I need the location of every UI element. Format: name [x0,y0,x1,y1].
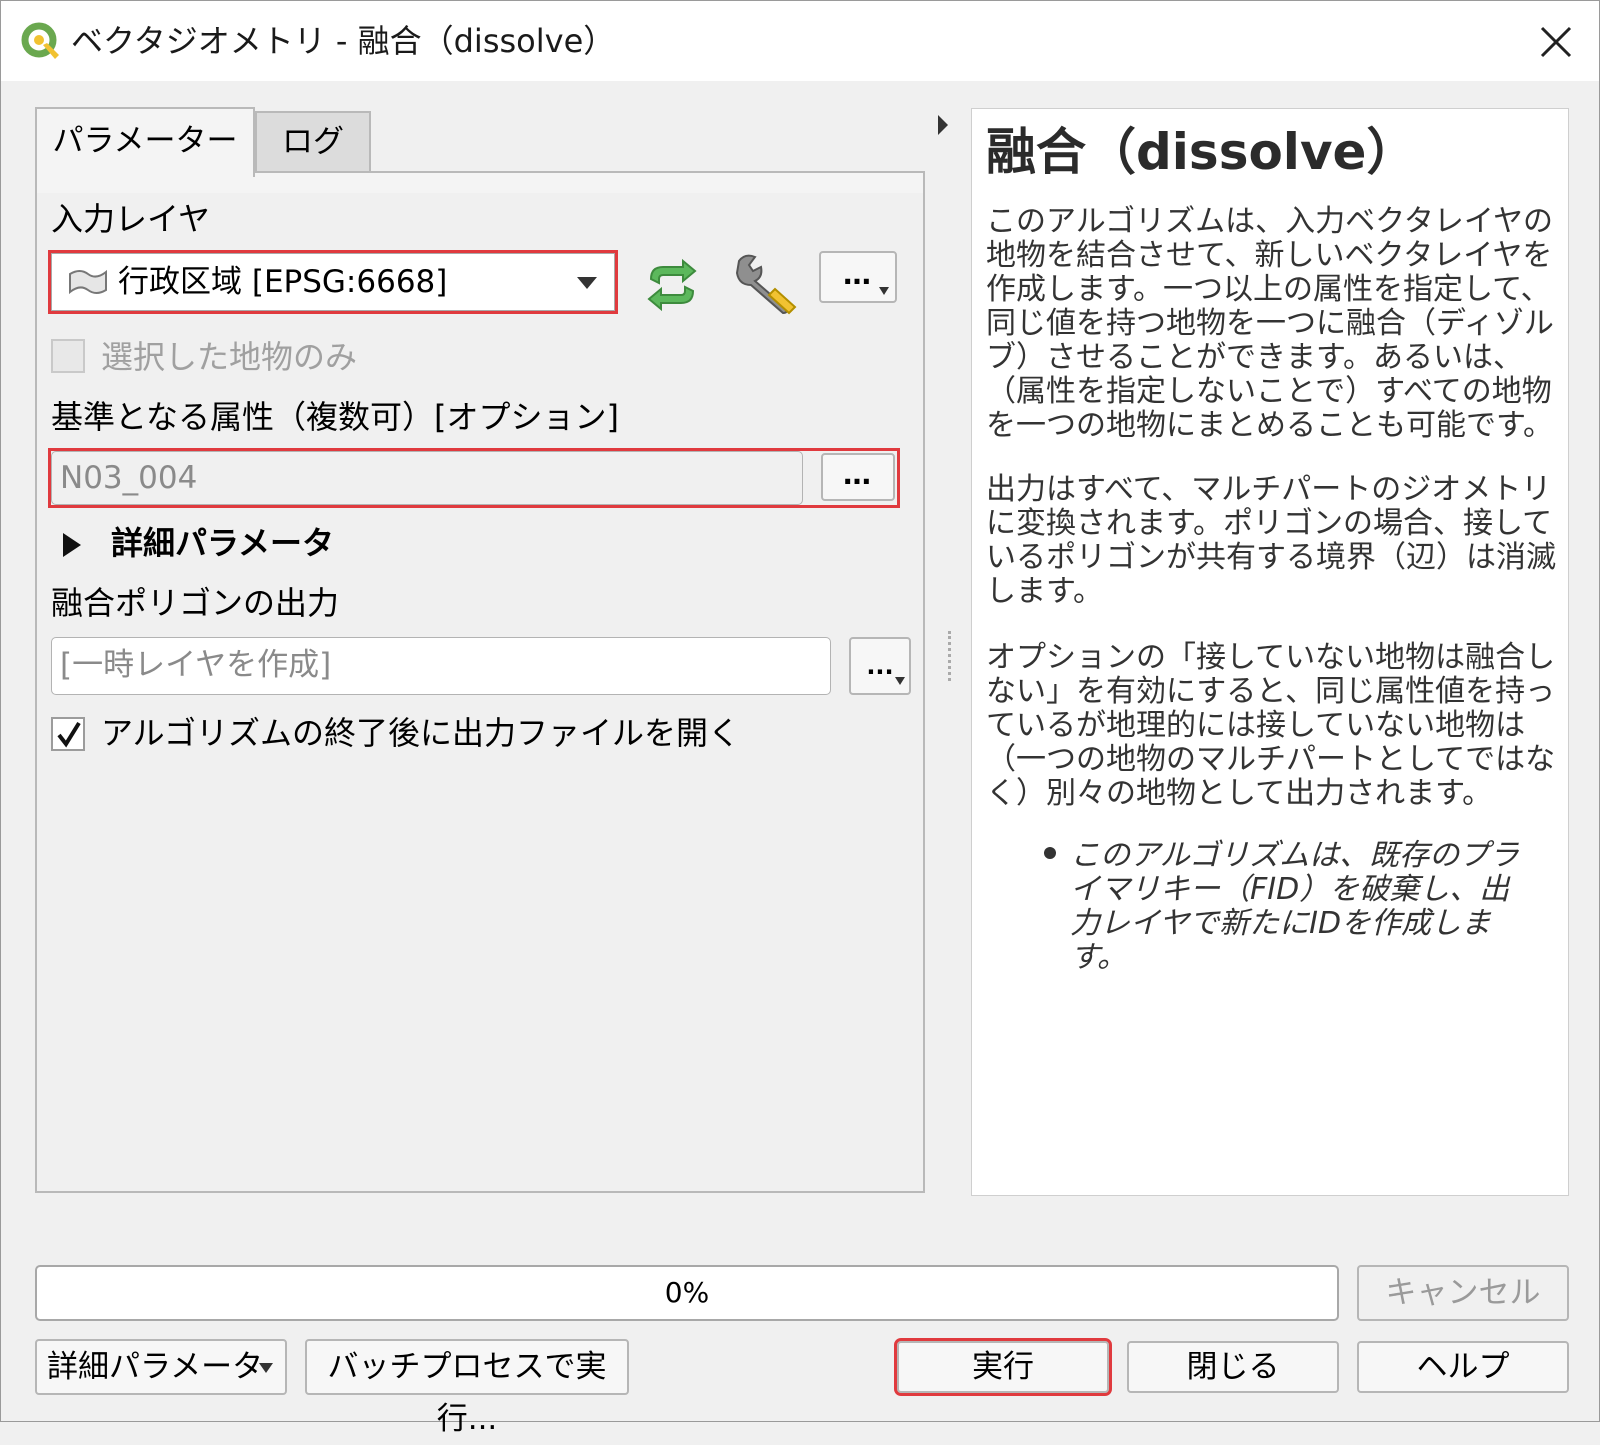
fields-highlight: N03_004 … [48,448,900,508]
output-browse-button[interactable]: ... [849,637,911,695]
dissolve-dialog: ベクタジオメトリ - 融合（dissolve） パラメーター ログ 入力レイヤ … [0,0,1600,1437]
open-output-label: アルゴリズムの終了後に出力ファイルを開く [101,714,741,752]
advanced-params-toggle[interactable]: 詳細パラメータ [111,521,334,565]
polygon-layer-icon [69,269,107,295]
open-output-checkbox[interactable] [51,717,85,751]
window-title: ベクタジオメトリ - 融合（dissolve） [71,22,616,60]
progress-text: 0% [664,1276,710,1309]
title-bar: ベクタジオメトリ - 融合（dissolve） [1,1,1599,81]
run-button[interactable]: 実行 [894,1338,1112,1396]
batch-process-button[interactable]: バッチプロセスで実行... [305,1339,629,1437]
chevron-down-icon [577,277,597,289]
fields-input[interactable]: N03_004 [51,451,803,505]
help-button[interactable]: ヘルプ [1357,1341,1569,1393]
chevron-down-icon [259,1363,273,1373]
help-bullet-1: このアルゴリズムは、既存のプライマリキー（FID）を破棄し、出力レイヤで新たにI… [1070,838,1520,975]
qgis-logo-icon [21,22,59,59]
cancel-button[interactable]: キャンセル [1357,1265,1569,1321]
help-paragraph-3: オプションの「接していない地物は融合しない」を有効にすると、同じ属性値を持ってい… [986,640,1556,811]
checkmark-icon [57,721,81,748]
close-icon[interactable] [1533,19,1579,65]
input-layer-combo[interactable]: 行政区域 [EPSG:6668] [48,250,618,314]
chevron-down-icon [879,287,889,295]
input-layer-value: 行政区域 [EPSG:6668] [118,264,448,300]
parameters-panel: 入力レイヤ 行政区域 [EPSG:6668] … 選択した地物のみ 基準となる属… [35,171,925,1193]
wrench-icon[interactable] [731,251,801,317]
input-layer-options-button[interactable]: … [819,251,897,303]
close-button[interactable]: 閉じる [1127,1341,1339,1393]
help-title: 融合（dissolve） [986,123,1417,181]
chevron-down-icon [895,677,905,685]
help-panel: 融合（dissolve） このアルゴリズムは、入力ベクタレイヤの地物を結合させて… [971,108,1569,1196]
expand-arrow-icon[interactable] [61,531,83,559]
output-label: 融合ポリゴンの出力 [51,584,340,622]
tab-log[interactable]: ログ [255,111,371,173]
progress-bar: 0% [35,1265,1339,1321]
collapse-help-icon[interactable] [935,113,951,137]
bullet-dot [1044,847,1056,859]
iterate-refresh-icon[interactable] [641,257,703,313]
selected-only-label: 選択した地物のみ [101,338,358,376]
help-paragraph-2: 出力はすべて、マルチパートのジオメトリに変換されます。ポリゴンの場合、接している… [986,472,1556,609]
splitter-handle[interactable] [948,631,955,681]
fields-select-button[interactable]: … [821,453,895,501]
selected-only-checkbox[interactable] [51,339,85,373]
output-input[interactable]: [一時レイヤを作成] [51,637,831,695]
fields-label: 基準となる属性（複数可）[オプション] [51,398,620,436]
help-paragraph-1: このアルゴリズムは、入力ベクタレイヤの地物を結合させて、新しいベクタレイヤを作成… [986,204,1554,443]
tab-parameters[interactable]: パラメーター [35,107,255,177]
input-layer-label: 入力レイヤ [51,200,211,238]
advanced-dropdown-button[interactable]: 詳細パラメータ [35,1339,287,1395]
